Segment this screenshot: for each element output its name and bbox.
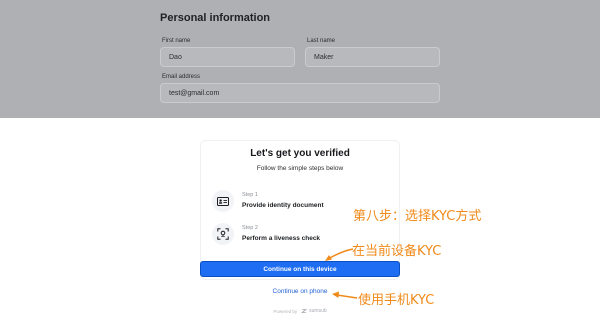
continue-on-this-device-button[interactable]: Continue on this device: [200, 261, 400, 277]
sumsub-logo: sumsub: [301, 308, 327, 314]
first-name-label: First name: [162, 38, 191, 44]
arrow-to-device-button-icon: [325, 248, 354, 261]
first-name-value: Dao: [169, 53, 182, 61]
email-field[interactable]: test@gmail.com: [160, 83, 440, 103]
background-form: Personal information First name Dao Last…: [0, 0, 600, 118]
last-name-field[interactable]: Maker: [305, 47, 440, 67]
section-title: Personal information: [160, 12, 271, 24]
last-name-label: Last name: [307, 38, 336, 44]
verify-title: Let's get you verified: [250, 148, 350, 159]
sumsub-brand-text: sumsub: [309, 308, 327, 314]
annotation-step-8: 第八步：选择KYC方式: [353, 209, 482, 224]
step-1-label: Step 1: [242, 192, 258, 198]
powered-by-label: Powered by: [273, 308, 298, 314]
annotation-phone: 使用手机KYC: [358, 293, 435, 308]
first-name-field[interactable]: Dao: [160, 47, 295, 67]
email-label: Email address: [162, 74, 201, 80]
annotation-this-device: 在当前设备KYC: [352, 244, 442, 259]
arrow-to-phone-link-icon: [332, 291, 358, 299]
step-2-title: Perform a liveness check: [242, 235, 321, 242]
step-2-label: Step 2: [242, 225, 258, 231]
verify-subtitle: Follow the simple steps below: [256, 165, 344, 172]
powered-by: Powered by sumsub: [240, 308, 360, 314]
sumsub-logo-icon: [301, 309, 308, 313]
last-name-value: Maker: [314, 53, 334, 61]
face-scan-icon: [212, 223, 234, 245]
step-1-title: Provide identity document: [242, 202, 324, 209]
id-card-icon: [212, 190, 234, 212]
email-value: test@gmail.com: [169, 89, 220, 97]
